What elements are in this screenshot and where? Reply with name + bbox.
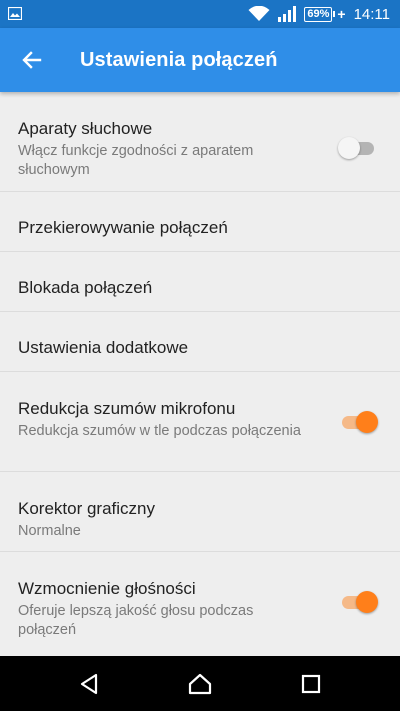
setting-call-blocking[interactable]: Blokada połączeń [0, 252, 400, 312]
setting-title: Korektor graficzny [18, 499, 155, 518]
clock: 14:11 [353, 5, 390, 23]
setting-title: Przekierowywanie połączeń [18, 218, 228, 237]
home-icon[interactable] [187, 671, 213, 697]
navigation-bar [0, 656, 400, 711]
recents-icon[interactable] [298, 671, 324, 697]
setting-equalizer[interactable]: Korektor graficzny Normalne [0, 472, 400, 552]
status-bar: 69% + 14:11 [0, 0, 400, 28]
signal-icon [278, 6, 297, 22]
battery-indicator: 69% + [304, 6, 346, 22]
settings-list: Aparaty słuchowe Włącz funkcje zgodności… [0, 92, 400, 652]
setting-call-forwarding[interactable]: Przekierowywanie połączeń [0, 192, 400, 252]
noise-reduction-toggle[interactable] [338, 410, 378, 434]
setting-additional[interactable]: Ustawienia dodatkowe [0, 312, 400, 372]
volume-boost-toggle[interactable] [338, 590, 378, 614]
page-title: Ustawienia połączeń [80, 49, 278, 71]
setting-subtitle: Normalne [18, 523, 81, 539]
setting-title: Blokada połączeń [18, 278, 153, 297]
wifi-icon [248, 6, 270, 21]
arrow-left-icon[interactable] [20, 48, 44, 72]
back-triangle-icon[interactable] [76, 671, 102, 697]
setting-subtitle: Oferuje lepszą jakość głosu podczas połą… [18, 603, 254, 638]
setting-title: Ustawienia dodatkowe [18, 338, 189, 357]
setting-subtitle: Redukcja szumów w tle podczas połączenia [18, 423, 301, 439]
charging-icon: + [337, 6, 346, 22]
setting-noise-reduction[interactable]: Redukcja szumów mikrofonu Redukcja szumó… [0, 372, 400, 472]
setting-volume-boost[interactable]: Wzmocnienie głośności Oferuje lepszą jak… [0, 552, 400, 652]
battery-percent: 69% [304, 6, 333, 22]
app-bar: Ustawienia połączeń [0, 28, 400, 92]
hearing-aids-toggle[interactable] [338, 136, 378, 160]
setting-subtitle: Włącz funkcje zgodności z aparatem słuch… [18, 143, 254, 178]
image-icon [8, 7, 22, 20]
setting-hearing-aids[interactable]: Aparaty słuchowe Włącz funkcje zgodności… [0, 92, 400, 192]
